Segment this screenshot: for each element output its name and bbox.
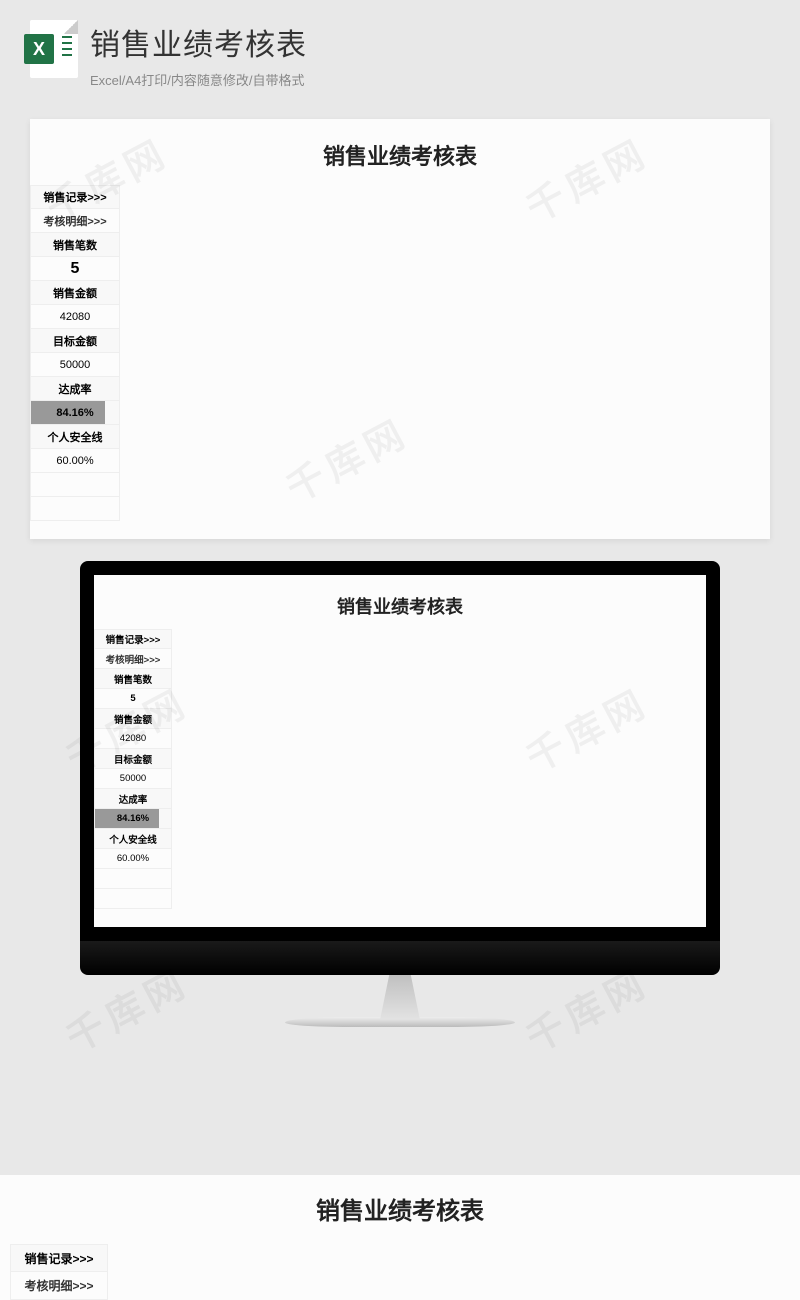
summary-record-label: 销售记录>>>: [30, 185, 120, 209]
summary-safeline-value: 60.00%: [94, 849, 172, 869]
summary-count-label: 销售笔数: [30, 233, 120, 257]
excel-x-badge: X: [24, 34, 54, 64]
summary-count-label: 销售笔数: [94, 669, 172, 689]
summary-rate-value: 84.16%: [94, 809, 172, 829]
summary-amount-value: 42080: [30, 305, 120, 329]
summary-amount-value: 42080: [94, 729, 172, 749]
summary-amount-label: 销售金额: [94, 709, 172, 729]
summary-target-label: 目标金额: [30, 329, 120, 353]
summary-rate-label: 达成率: [94, 789, 172, 809]
summary-sidebar: 销售记录>>>考核明细>>>销售笔数5销售金额42080目标金额50000达成率…: [94, 629, 172, 909]
spreadsheet-preview-top: 销售业绩考核表 销售记录>>>考核明细>>>销售笔数5销售金额42080目标金额…: [30, 119, 770, 539]
sheet-title: 销售业绩考核表: [30, 131, 770, 185]
monitor-mockup: 销售业绩考核表 销售记录>>>考核明细>>>销售笔数5销售金额42080目标金额…: [80, 561, 720, 1027]
page-title: 销售业绩考核表: [90, 20, 307, 64]
summary-target-label: 目标金额: [94, 749, 172, 769]
summary-target-value: 50000: [94, 769, 172, 789]
summary-detail-label: 考核明细>>>: [30, 209, 120, 233]
sheet-title: 销售业绩考核表: [10, 1187, 790, 1244]
summary-detail-label: 考核明细>>>: [94, 649, 172, 669]
excel-file-icon: X: [30, 20, 78, 78]
summary-count-value: 5: [94, 689, 172, 709]
summary-sidebar: 销售记录>>>考核明细>>>销售笔数5销售金额42080目标金额50000达成率…: [30, 185, 120, 521]
sheet-title: 销售业绩考核表: [94, 587, 706, 629]
summary-safeline-label: 个人安全线: [30, 425, 120, 449]
summary-record-label: 销售记录>>>: [10, 1244, 108, 1272]
page-header: X 销售业绩考核表 Excel/A4打印/内容随意修改/自带格式: [0, 0, 800, 99]
summary-amount-label: 销售金额: [30, 281, 120, 305]
summary-count-value: 5: [30, 257, 120, 281]
summary-rate-value: 84.16%: [30, 401, 120, 425]
spreadsheet-preview-bottom: 销售业绩考核表 销售记录>>>考核明细>>>: [0, 1175, 800, 1300]
summary-rate-label: 达成率: [30, 377, 120, 401]
page-subtitle: Excel/A4打印/内容随意修改/自带格式: [90, 70, 307, 89]
summary-safeline-value: 60.00%: [30, 449, 120, 473]
summary-safeline-label: 个人安全线: [94, 829, 172, 849]
summary-record-label: 销售记录>>>: [94, 629, 172, 649]
summary-detail-label: 考核明细>>>: [10, 1272, 108, 1300]
summary-target-value: 50000: [30, 353, 120, 377]
summary-sidebar: 销售记录>>>考核明细>>>: [10, 1244, 108, 1300]
